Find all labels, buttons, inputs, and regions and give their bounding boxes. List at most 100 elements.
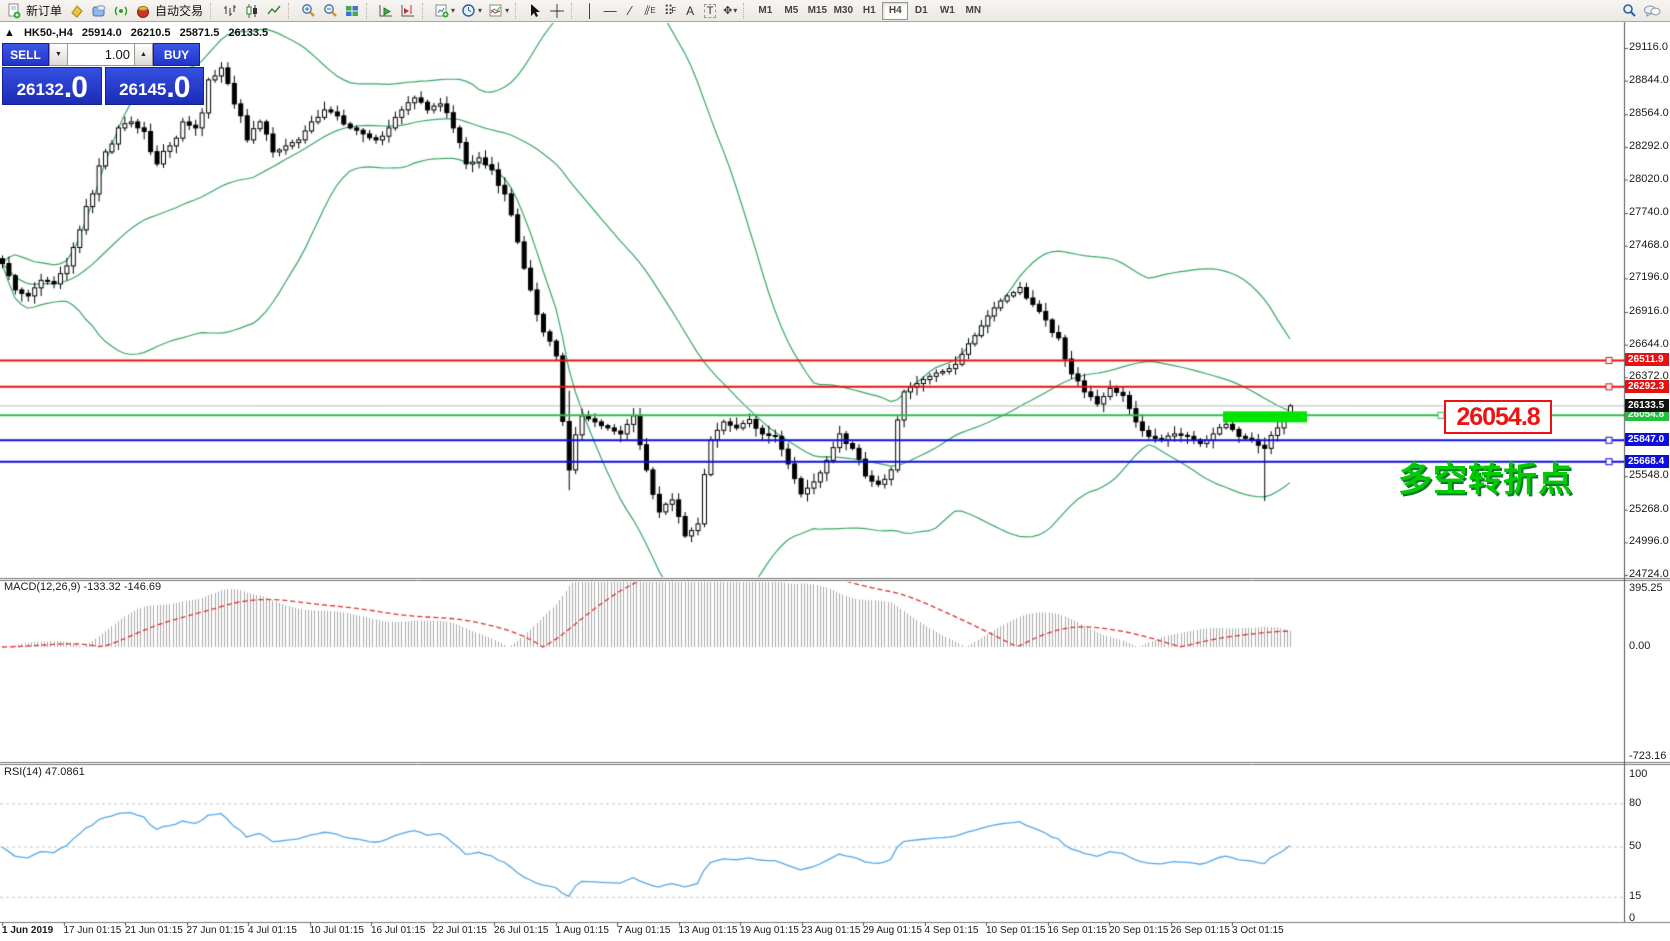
sell-price-display[interactable]: 26132 .0 [2,67,102,105]
buy-price-frac: .0 [166,73,189,103]
new-order-label[interactable]: 新订单 [26,2,62,19]
timeframe-m30[interactable]: M30 [830,2,856,20]
timeframe-m5[interactable]: M5 [778,2,804,20]
rsi-scale-label: 0 [1629,912,1635,924]
candlestick-chart-icon[interactable] [241,2,263,20]
chevron-down-icon: ▾ [478,6,482,15]
new-order-button[interactable] [3,2,25,20]
rsi-name: RSI(14) [4,766,42,778]
chevron-down-icon: ▾ [733,6,737,15]
autotrading-label[interactable]: 自动交易 [155,2,203,19]
date-label: 4 Jul 01:15 [248,925,297,936]
date-label: 4 Sep 01:15 [925,925,979,936]
price-tick-label: 27740.0 [1629,206,1669,218]
arrows-tool[interactable]: ✥▾ [720,2,740,20]
toolbar-right [1618,2,1664,20]
date-label: 3 Oct 01:15 [1232,925,1284,936]
timeframe-w1[interactable]: W1 [934,2,960,20]
date-label: 26 Sep 01:15 [1171,925,1231,936]
timeframe-m15[interactable]: M15 [804,2,830,20]
timeframe-m1[interactable]: M1 [752,2,778,20]
price-tick-label: 26644.0 [1629,338,1669,350]
new-chart-button[interactable]: ▾ [431,2,458,20]
ohlc-open: 25914.0 [82,27,122,39]
zoom-in-icon[interactable] [297,2,319,20]
rsi-value: 47.0861 [45,766,85,778]
turning-point-note[interactable]: 多空转折点 [1398,452,1573,501]
price-tick-label: 27196.0 [1629,271,1669,283]
text-label-tool[interactable]: T [700,2,720,20]
buy-price-display[interactable]: 26145 .0 [105,67,205,105]
trendline-tool[interactable]: ∕ [620,2,640,20]
search-icon[interactable] [1618,2,1640,20]
sell-button[interactable]: SELL [2,43,49,66]
rsi-label: RSI(14) 47.0861 [4,766,85,778]
timeframe-mn[interactable]: MN [960,2,986,20]
profiles-button[interactable]: ▾ [458,2,485,20]
price-tick-label: 28564.0 [1629,107,1669,119]
chart-shift-icon[interactable] [397,2,419,20]
chevron-down-icon: ▾ [451,6,455,15]
price-tick-label: 27468.0 [1629,239,1669,251]
date-label: 13 Aug 01:15 [679,925,738,936]
date-label: 26 Jul 01:15 [494,925,549,936]
price-annotation-box[interactable]: 26054.8 [1444,400,1552,434]
price-tick-label: 24996.0 [1629,535,1669,547]
bar-chart-icon[interactable] [219,2,241,20]
toolbar-separator [210,3,215,19]
horizontal-line-tool[interactable]: — [600,2,620,20]
indicators-button[interactable]: ▾ [485,2,512,20]
date-label: 17 Jun 01:15 [64,925,122,936]
timeframe-group: M1M5M15M30H1H4D1W1MN [752,2,986,20]
level-price-tag: 26511.9 [1625,353,1669,366]
current-price-tag: 26133.5 [1625,399,1669,412]
text-tool[interactable]: A [680,2,700,20]
toolbar: 新订单 自动交易 [0,0,1670,22]
rsi-scale-label: 100 [1629,768,1647,780]
auto-scroll-icon[interactable] [375,2,397,20]
market-watch-icon[interactable] [66,2,88,20]
vertical-line-tool[interactable]: │ [580,2,600,20]
fibo-letter: F [671,6,676,15]
timeframe-h4[interactable]: H4 [882,2,908,20]
tile-windows-icon[interactable] [341,2,363,20]
channel-letter: E [650,6,655,15]
macd-scale-label: -723.16 [1629,750,1666,762]
macd-scale-label: 0.00 [1629,640,1650,652]
timeframe-d1[interactable]: D1 [908,2,934,20]
level-price-tag: 26292.3 [1625,380,1669,393]
buy-button[interactable]: BUY [153,43,200,66]
price-tick-label: 25548.0 [1629,469,1669,481]
date-label: 27 Jun 01:15 [187,925,245,936]
toolbar-separator [743,3,748,19]
toolbar-separator [288,3,293,19]
date-label: 20 Sep 01:15 [1109,925,1169,936]
price-tick-label: 25268.0 [1629,503,1669,515]
chevron-down-icon: ▾ [505,6,509,15]
data-window-icon[interactable] [88,2,110,20]
zoom-out-icon[interactable] [319,2,341,20]
navigator-icon[interactable] [110,2,132,20]
text-tool-letter: A [686,4,694,18]
fibonacci-tool[interactable]: ⠿F [660,2,680,20]
crosshair-tool[interactable] [546,2,568,20]
date-label: 16 Jul 01:15 [371,925,426,936]
line-chart-icon[interactable] [263,2,285,20]
macd-value-main: -133.32 [83,581,120,593]
volume-decrease-button[interactable]: ▼ [49,43,68,66]
cursor-tool[interactable] [524,2,546,20]
date-label: 22 Jul 01:15 [433,925,488,936]
collapse-arrow-icon[interactable]: ▲ [4,27,15,39]
sell-price-int: 26132 [17,77,64,103]
timeframe-h1[interactable]: H1 [856,2,882,20]
volume-increase-button[interactable]: ▲ [134,43,153,66]
autotrading-icon[interactable] [132,2,154,20]
volume-input[interactable]: 1.00 [68,43,134,66]
macd-scale-label: 395.25 [1629,582,1663,594]
date-label: 1 Jun 2019 [2,925,53,936]
channel-tool[interactable]: ⫽E [640,2,660,20]
date-label: 7 Aug 01:15 [617,925,670,936]
sell-price-frac: .0 [64,73,87,103]
chat-icon[interactable] [1640,2,1664,20]
buy-price-int: 26145 [119,77,166,103]
